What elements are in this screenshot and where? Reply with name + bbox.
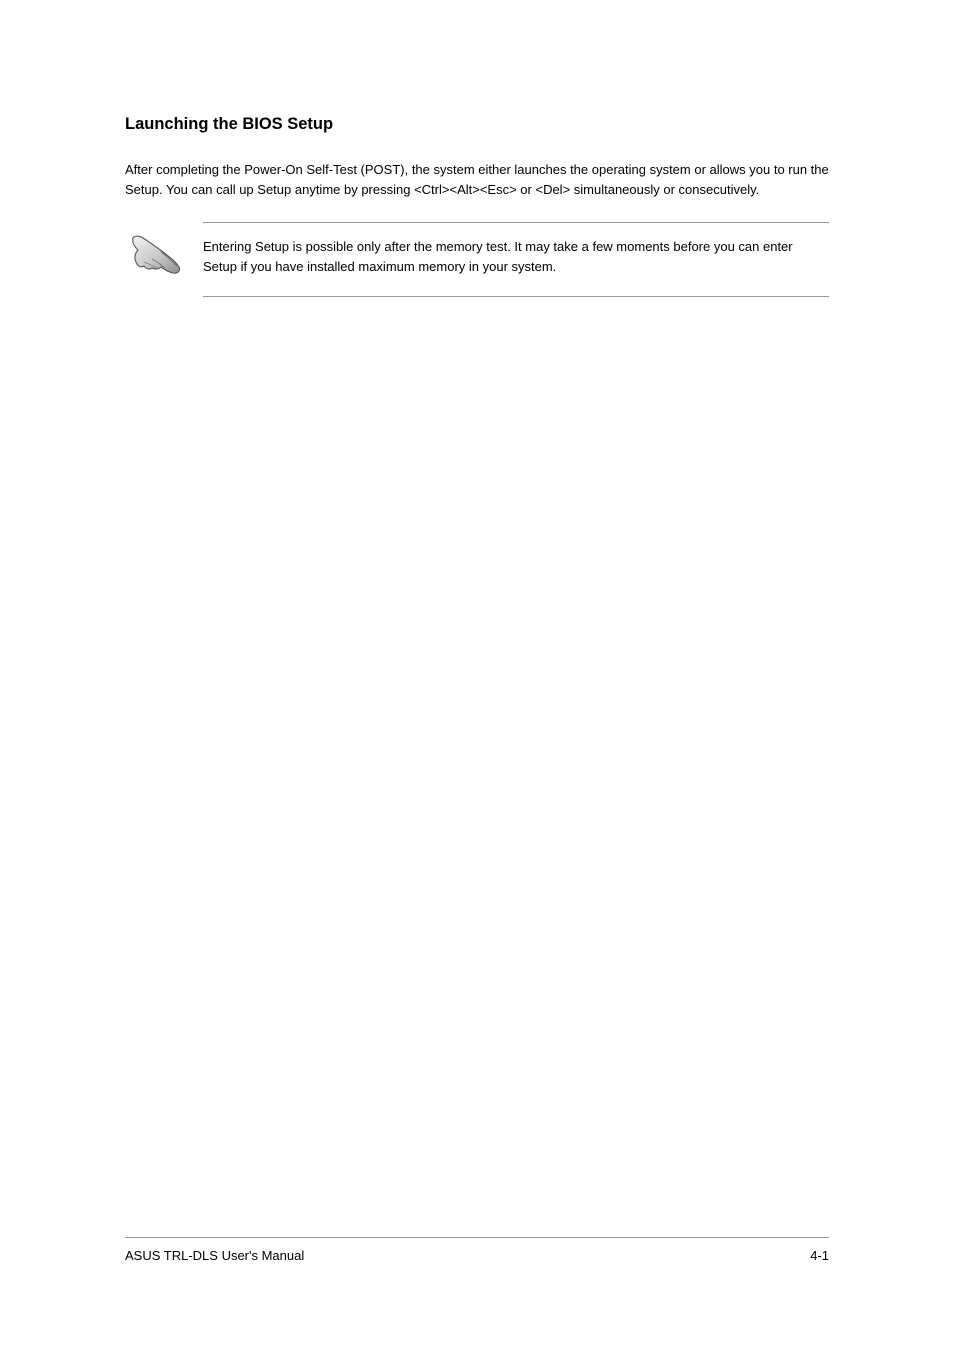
page-footer: ASUS TRL-DLS User's Manual 4-1 xyxy=(125,1237,829,1263)
footer-left-text: ASUS TRL-DLS User's Manual xyxy=(125,1248,304,1263)
note-block: Entering Setup is possible only after th… xyxy=(125,222,829,296)
section-heading: Launching the BIOS Setup xyxy=(125,115,829,134)
body-paragraph-1: After completing the Power-On Self-Test … xyxy=(125,160,829,200)
pointing-hand-icon xyxy=(125,265,185,282)
note-text: Entering Setup is possible only after th… xyxy=(203,237,829,277)
footer-page-number: 4-1 xyxy=(810,1248,829,1263)
footer-divider xyxy=(125,1237,829,1238)
